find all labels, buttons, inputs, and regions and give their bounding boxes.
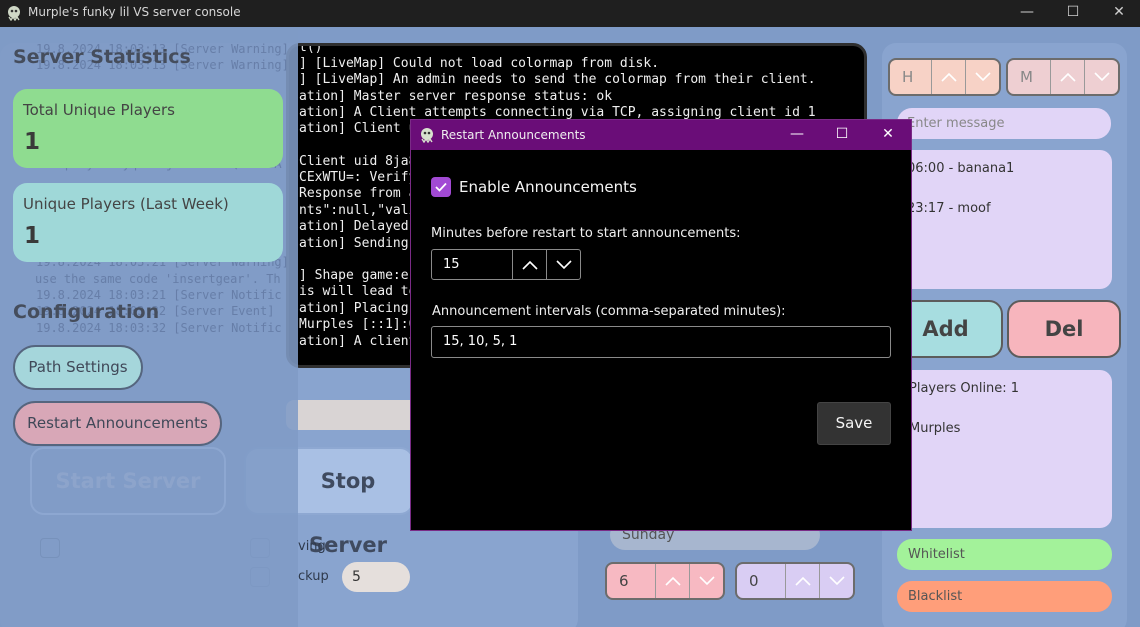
dialog-close-button[interactable]: ✕ [865,120,911,150]
chevron-up-icon[interactable] [655,564,689,598]
console-line: t() [299,43,323,55]
chevron-down-icon[interactable] [1084,60,1118,94]
total-unique-players-card: Total Unique Players 1 [13,89,283,168]
console-line: Response from a [299,186,417,201]
close-button[interactable]: ✕ [1096,0,1140,27]
chevron-up-icon[interactable] [785,564,819,598]
console-line: ation] Sending [299,236,409,251]
autostart-checkbox[interactable] [40,538,60,558]
app-logo-icon [8,6,20,21]
console-line: ation] Master server response status: ok [299,89,613,104]
unique-players-week-label: Unique Players (Last Week) [23,195,229,213]
enable-announcements-checkbox[interactable] [431,177,451,197]
console-line: ation] Delayed [299,219,409,234]
chevron-down-icon[interactable] [689,564,723,598]
stop-server-label: Stop Server [308,469,387,557]
console-line: Client uid 8ja8 [299,154,417,169]
message-placeholder: Enter message [907,116,1005,131]
console-line: ation] A Client attempts connecting via … [299,105,816,120]
message-input[interactable]: Enter message [897,108,1111,139]
announcements-list: 06:00 - banana1 23:17 - moof [897,150,1112,289]
console-line: is will lead to [299,284,417,299]
console-line: ] [LiveMap] Could not load colormap from… [299,56,660,71]
chevron-up-icon[interactable] [931,60,965,94]
total-unique-players-label: Total Unique Players [23,101,175,119]
restart-announcements-button[interactable]: Restart Announcements [13,401,222,446]
del-button[interactable]: Del [1007,300,1121,358]
list-item[interactable]: 06:00 - banana1 [907,161,1014,176]
player-list-item[interactable]: Murples [909,421,960,436]
whitelist-button[interactable]: Whitelist [897,539,1112,570]
players-online-panel: Players Online: 1 Murples [897,370,1112,528]
announce-minute-stepper[interactable]: M [1006,58,1120,96]
announce-hour-stepper[interactable]: H [888,58,1001,96]
app-logo-icon [421,128,433,143]
minimize-button[interactable]: — [1004,0,1050,27]
chevron-down-icon[interactable] [819,564,853,598]
console-line: ] [LiveMap] An admin needs to send the c… [299,72,816,87]
backup-label: ckup [298,569,329,584]
minutes-before-value[interactable]: 15 [432,250,512,279]
minute-stepper[interactable]: 0 [735,562,855,600]
unique-players-week-value: 1 [24,223,41,249]
chevron-down-icon[interactable] [546,250,580,279]
hour-stepper[interactable]: 6 [605,562,725,600]
sidebar-flyout: 19.8.2024 18:03:13 [Server Warning] 19.8… [0,27,298,627]
dialog-maximize-button[interactable]: ☐ [819,120,865,150]
console-line: ation] Placing [299,301,409,316]
window-titlebar: Murple's funky lil VS server console — ☐… [0,0,1140,27]
minute-placeholder: M [1020,68,1033,86]
minute-stepper-value: 0 [749,572,759,590]
background-console-line: use the same code 'insertgear'. Th [35,271,281,286]
console-line: CExWTU=: Verify [299,170,417,185]
console-line: Murples [::1]:6 [299,317,417,332]
hour-stepper-value: 6 [619,572,629,590]
saving-label: ving [298,539,326,554]
list-item[interactable]: 23:17 - moof [907,201,991,216]
restart-announcements-dialog: Restart Announcements — ☐ ✕ Enable Annou… [410,119,912,531]
dialog-minimize-button[interactable]: — [774,120,820,150]
checkmark-icon [435,182,447,192]
dialog-title: Restart Announcements [441,128,586,142]
console-line: ation] A client [299,334,417,349]
hour-placeholder: H [902,68,914,86]
minutes-before-stepper[interactable]: 15 [431,249,581,280]
maximize-button[interactable]: ☐ [1050,0,1096,27]
window-title: Murple's funky lil VS server console [28,5,241,19]
configuration-heading: Configuration [13,301,160,323]
enable-announcements-label: Enable Announcements [459,178,637,196]
backup-count-input[interactable]: 5 [342,562,410,592]
minutes-before-label: Minutes before restart to start announce… [431,226,741,241]
players-online-count: Players Online: 1 [909,381,1020,396]
console-line: ation] Client u [299,121,417,136]
save-button[interactable]: Save [817,402,891,445]
chevron-down-icon[interactable] [965,60,999,94]
server-statistics-heading: Server Statistics [13,46,191,68]
console-line: ] Shape game:er [299,268,417,283]
intervals-label: Announcement intervals (comma-separated … [432,304,786,319]
unique-players-week-card: Unique Players (Last Week) 1 [13,183,283,262]
dialog-titlebar: Restart Announcements — ☐ ✕ [411,120,911,150]
chevron-up-icon[interactable] [1050,60,1084,94]
intervals-input[interactable]: 15, 10, 5, 1 [431,326,891,358]
total-unique-players-value: 1 [24,129,41,155]
chevron-up-icon[interactable] [512,250,546,279]
console-line: nts":null,"vali [299,203,417,218]
start-server-button[interactable]: Start Server [30,447,226,515]
blacklist-button[interactable]: Blacklist [897,581,1112,612]
path-settings-button[interactable]: Path Settings [13,345,143,390]
